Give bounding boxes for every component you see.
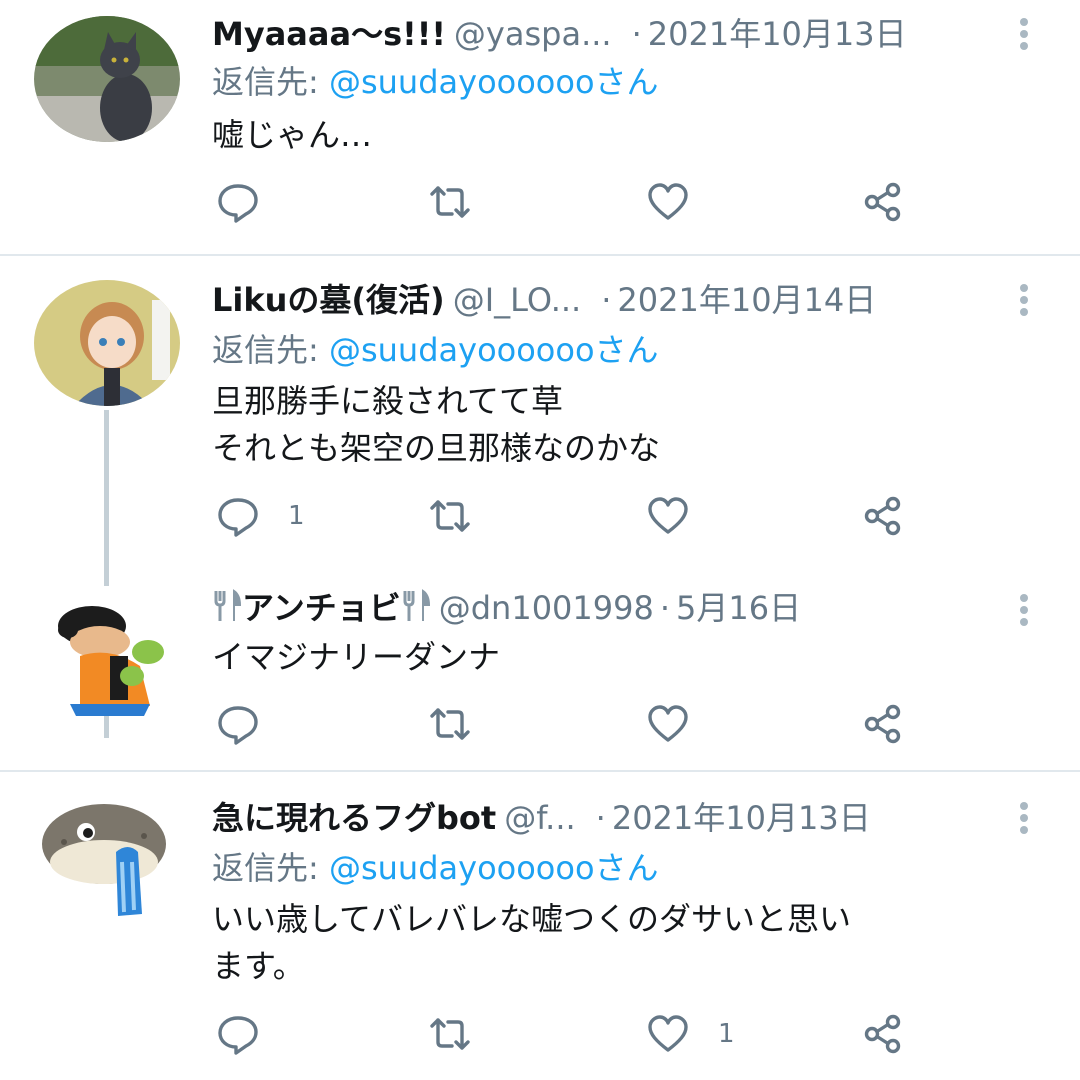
user-handle[interactable]: @f...: [504, 799, 575, 837]
like-button[interactable]: [646, 180, 690, 224]
goofy-avatar-image: [40, 586, 180, 716]
heart-icon: [648, 1015, 688, 1052]
more-vertical-icon[interactable]: [1016, 14, 1032, 54]
reply-to-prefix: 返信先:: [212, 331, 329, 369]
reply-icon: [218, 184, 258, 223]
user-handle[interactable]: @dn1001998: [439, 589, 654, 627]
avatar[interactable]: [34, 786, 184, 926]
action-bar: [212, 702, 1012, 746]
tweet-date[interactable]: 2021年10月13日: [648, 15, 907, 53]
reply-icon: [218, 1016, 258, 1055]
reply-to-line: 返信先: @suudayooooooさん: [212, 330, 659, 370]
retweet-button[interactable]: [428, 180, 472, 224]
tweet-date[interactable]: 5月16日: [676, 589, 801, 627]
retweet-icon: [430, 186, 470, 218]
dot-separator: ·: [631, 15, 642, 53]
anime-girl-avatar-image: [34, 280, 180, 406]
tweet[interactable]: アンチョビ @dn1001998 · 5月16日 イマジナリーダンナ: [0, 586, 1080, 770]
action-bar: 1: [212, 1012, 1012, 1056]
fork-knife-icon: [403, 589, 430, 621]
retweet-icon: [430, 1018, 470, 1050]
share-icon: [864, 182, 901, 222]
reply-to-prefix: 返信先:: [212, 63, 329, 101]
reply-to-suffix: さん: [594, 331, 659, 369]
tweet-date[interactable]: 2021年10月14日: [617, 281, 876, 319]
tweet-date[interactable]: 2021年10月13日: [612, 799, 871, 837]
tweet-text: いい歳してバレバレな嘘つくのダサいと思い ます。: [212, 900, 852, 985]
reply-button[interactable]: 1: [216, 494, 305, 538]
dot-separator: ·: [595, 799, 606, 837]
retweet-button[interactable]: [428, 494, 472, 538]
reply-to-prefix: 返信先:: [212, 849, 329, 887]
reply-to-mention[interactable]: @suudayoooooo: [329, 331, 595, 369]
tweet[interactable]: Myaaaa～s!!! @yaspa... · 2021年10月13日 返信先: @s…: [0, 0, 1080, 254]
reply-to-mention[interactable]: @suudayoooooo: [329, 63, 595, 101]
retweet-icon: [430, 500, 470, 532]
user-handle[interactable]: @I_LO...: [453, 281, 582, 319]
tweet[interactable]: 急に現れるフグbot @f... · 2021年10月13日 返信先: @suuday…: [0, 772, 1080, 1080]
retweet-icon: [430, 708, 470, 740]
action-bar: [212, 180, 1012, 224]
share-icon: [864, 704, 901, 744]
reply-to-line: 返信先: @suudayooooooさん: [212, 62, 659, 102]
reply-to-suffix: さん: [594, 849, 659, 887]
heart-icon: [648, 183, 688, 220]
pufferfish-avatar-image: [34, 786, 184, 926]
reply-icon: [218, 498, 258, 537]
reply-count: 1: [288, 501, 305, 531]
share-button[interactable]: [862, 494, 906, 538]
reply-to-suffix: さん: [594, 63, 659, 101]
reply-to-line: 返信先: @suudayooooooさん: [212, 848, 659, 888]
like-count: 1: [718, 1019, 735, 1049]
reply-button[interactable]: [216, 180, 260, 224]
like-button[interactable]: 1: [646, 1012, 735, 1056]
display-name[interactable]: Likuの墓(復活): [212, 281, 445, 319]
retweet-button[interactable]: [428, 702, 472, 746]
tweet[interactable]: Likuの墓(復活) @I_LO... · 2021年10月14日 返信先: @suu…: [0, 256, 1080, 738]
more-vertical-icon[interactable]: [1016, 280, 1032, 320]
avatar[interactable]: [40, 586, 180, 716]
display-name-line[interactable]: アンチョビ: [212, 589, 431, 627]
reply-to-mention[interactable]: @suudayoooooo: [329, 849, 595, 887]
share-button[interactable]: [862, 180, 906, 224]
tweet-text: イマジナリーダンナ: [212, 638, 501, 676]
share-icon: [864, 1014, 901, 1054]
display-name[interactable]: 急に現れるフグbot: [212, 799, 496, 837]
heart-icon: [648, 497, 688, 534]
retweet-button[interactable]: [428, 1012, 472, 1056]
heart-icon: [648, 705, 688, 742]
tweet-text: 旦那勝手に殺されてて草 それとも架空の旦那様なのかな: [212, 382, 661, 467]
like-button[interactable]: [646, 494, 690, 538]
tweet-text: 嘘じゃん…: [212, 116, 373, 154]
dot-separator: ·: [601, 281, 612, 319]
user-handle[interactable]: @yaspa...: [454, 15, 612, 53]
share-button[interactable]: [862, 702, 906, 746]
reply-icon: [218, 706, 258, 745]
reply-button[interactable]: [216, 1012, 260, 1056]
action-bar: 1: [212, 494, 1012, 538]
share-icon: [864, 496, 901, 536]
share-button[interactable]: [862, 1012, 906, 1056]
dot-separator: ·: [659, 589, 671, 627]
avatar[interactable]: [34, 280, 180, 406]
display-name[interactable]: アンチョビ: [242, 589, 401, 627]
avatar[interactable]: [34, 16, 180, 142]
fork-knife-icon: [214, 589, 242, 621]
cat-avatar-image: [34, 16, 180, 142]
display-name[interactable]: Myaaaa～s!!!: [212, 15, 446, 53]
more-vertical-icon[interactable]: [1016, 798, 1032, 838]
reply-button[interactable]: [216, 702, 260, 746]
like-button[interactable]: [646, 702, 690, 746]
more-vertical-icon[interactable]: [1016, 590, 1032, 630]
